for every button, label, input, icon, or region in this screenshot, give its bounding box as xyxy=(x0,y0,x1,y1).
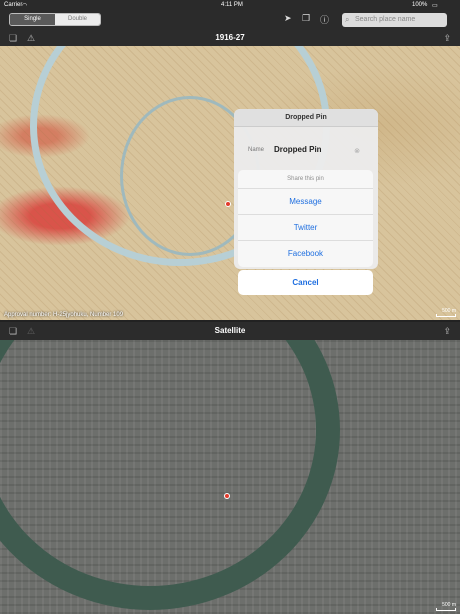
search-placeholder: Search place name xyxy=(355,16,416,23)
scale-bar xyxy=(436,314,456,317)
layers-icon[interactable]: ❏ xyxy=(9,30,17,46)
popover-title: Dropped Pin xyxy=(234,109,378,127)
map-scale: 500 m xyxy=(436,308,456,317)
segment-double[interactable]: Double xyxy=(55,14,100,25)
cancel-button[interactable]: Cancel xyxy=(238,270,373,295)
scale-bar xyxy=(436,608,456,611)
warning-icon[interactable]: ⚠ xyxy=(27,30,35,46)
layers-icon[interactable]: ❏ xyxy=(9,322,17,340)
top-map-titlebar: ❏ ⚠ 1916-27 ⇪ xyxy=(0,30,460,46)
share-icon[interactable]: ⇪ xyxy=(443,30,451,46)
carrier-label: Carrier xyxy=(4,2,23,8)
battery-icon: ▭ xyxy=(432,3,438,9)
clear-icon[interactable]: ⊗ xyxy=(354,147,360,155)
map-approval-caption: Approval number: H-25jyohuku, Number 109 xyxy=(4,312,124,318)
share-action-sheet: Share this pin Message Twitter Facebook xyxy=(238,170,373,267)
bottom-map-title: Satellite xyxy=(214,326,246,335)
nav-bar: Single Double ➤ ❐ ⓘ ⌕ Search place name xyxy=(0,10,460,30)
historical-map-view[interactable]: Approval number: H-25jyohuku, Number 109… xyxy=(0,46,460,320)
search-icon: ⌕ xyxy=(345,15,350,24)
river-satellite xyxy=(0,340,340,610)
share-twitter-button[interactable]: Twitter xyxy=(238,215,373,241)
dropped-pin-marker[interactable] xyxy=(225,201,231,207)
location-arrow-icon[interactable]: ➤ xyxy=(284,13,292,24)
share-facebook-button[interactable]: Facebook xyxy=(238,241,373,267)
info-icon[interactable]: ⓘ xyxy=(320,13,329,26)
share-message-button[interactable]: Message xyxy=(238,189,373,215)
dropped-pin-marker[interactable] xyxy=(224,493,230,499)
top-map-title: 1916-27 xyxy=(215,33,245,42)
satellite-map-view[interactable]: 500 m xyxy=(0,340,460,614)
name-value[interactable]: Dropped Pin xyxy=(274,145,322,154)
wifi-icon: ◠ xyxy=(22,3,28,9)
time-label: 4:11 PM xyxy=(221,2,243,8)
map-scale: 500 m xyxy=(436,602,456,611)
bottom-map-titlebar: ❏ ⚠ Satellite ⇪ xyxy=(0,322,460,340)
status-bar: Carrier ◠ 4:11 PM 100% ▭ xyxy=(0,0,460,10)
book-icon[interactable]: ❐ xyxy=(302,13,310,24)
view-mode-segmented-control[interactable]: Single Double xyxy=(9,13,101,26)
share-sheet-title: Share this pin xyxy=(238,170,373,189)
share-icon[interactable]: ⇪ xyxy=(443,322,451,340)
warning-icon: ⚠ xyxy=(27,326,36,336)
name-label: Name xyxy=(248,147,265,153)
search-input[interactable]: ⌕ Search place name xyxy=(342,13,447,27)
segment-single[interactable]: Single xyxy=(10,14,55,25)
battery-percent: 100% xyxy=(412,2,428,8)
